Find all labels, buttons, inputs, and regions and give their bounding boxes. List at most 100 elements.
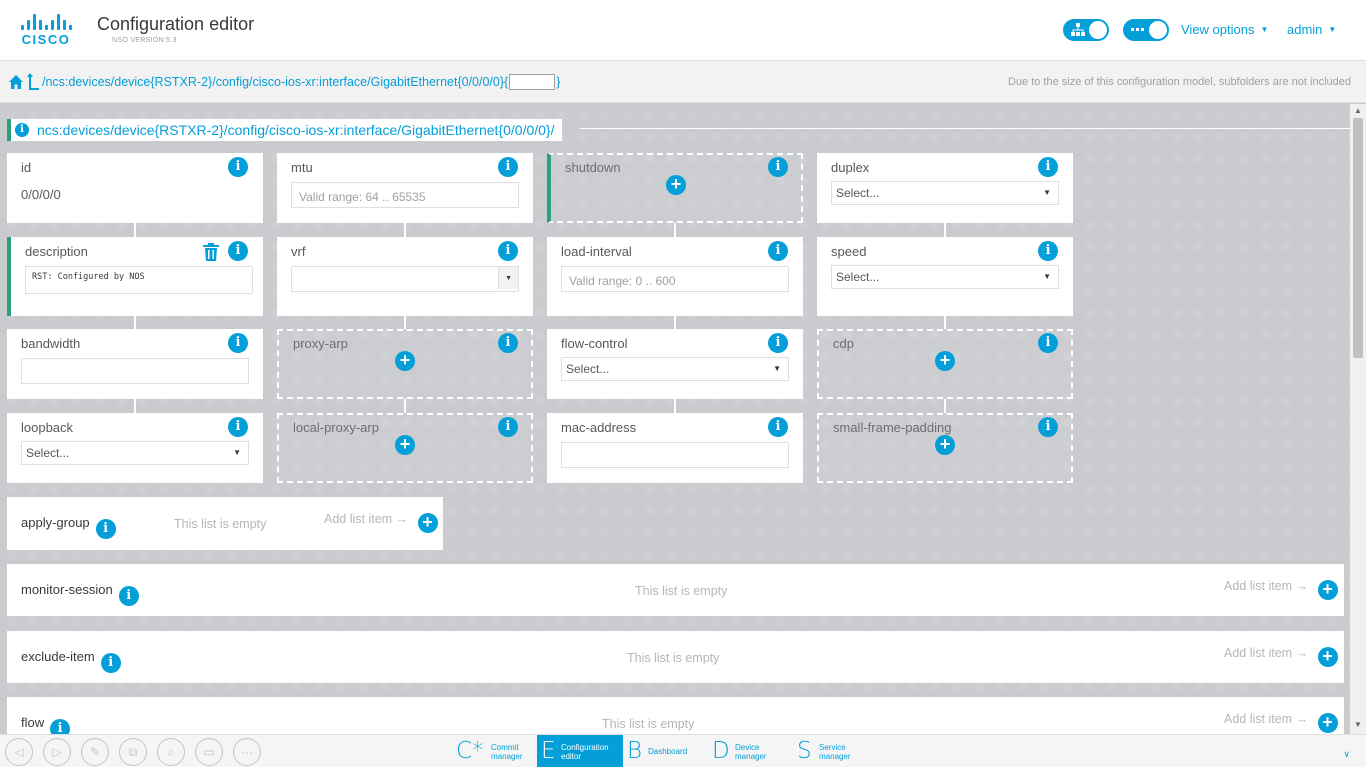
app-label-line2: manager: [819, 752, 851, 761]
description-textarea[interactable]: RST: Configured by NOS: [25, 266, 253, 294]
connector: [404, 315, 406, 329]
mtu-input[interactable]: Valid range: 64 .. 65535: [291, 182, 519, 208]
info-icon[interactable]: i: [498, 417, 518, 437]
terminal-icon[interactable]: ▭: [195, 738, 223, 766]
app-configuration-editor[interactable]: E Configuration editor: [537, 735, 623, 767]
list-exclude-item: exclude-item i This list is empty Add lis…: [7, 631, 1344, 683]
app-label-line1: Configuration: [561, 743, 609, 752]
app-device-manager[interactable]: D Device manager: [708, 735, 792, 767]
copy-icon[interactable]: ⧉: [119, 738, 147, 766]
info-icon[interactable]: i: [118, 586, 139, 606]
info-icon[interactable]: i: [228, 417, 248, 437]
load-interval-input[interactable]: Valid range: 0 .. 600: [561, 266, 789, 292]
info-icon[interactable]: i: [228, 157, 248, 177]
info-icon[interactable]: i: [768, 241, 788, 261]
add-shutdown-button[interactable]: +: [666, 175, 686, 195]
info-icon[interactable]: i: [1038, 333, 1058, 353]
add-small-frame-padding-button[interactable]: +: [935, 435, 955, 455]
vrf-select[interactable]: ▼: [291, 266, 519, 292]
add-list-item-button[interactable]: Add list item → +: [324, 512, 438, 533]
app-label: Configuration editor: [561, 743, 609, 761]
loopback-select[interactable]: Select... ▼: [21, 441, 249, 465]
edit-icon[interactable]: ✎: [81, 738, 109, 766]
speed-select[interactable]: Select... ▼: [831, 265, 1059, 289]
app-label-line1: Commit: [491, 743, 519, 752]
trash-icon[interactable]: [203, 243, 219, 261]
plus-icon[interactable]: +: [1317, 580, 1338, 600]
field-label: shutdown: [565, 160, 621, 175]
info-icon[interactable]: i: [228, 241, 248, 261]
field-label: mac-address: [561, 420, 637, 435]
bandwidth-input[interactable]: [21, 358, 249, 384]
connector: [134, 399, 136, 413]
scroll-up-icon[interactable]: ▲: [1354, 106, 1362, 115]
user-menu[interactable]: admin ▼: [1287, 22, 1336, 37]
list-name-text: monitor-session: [21, 582, 113, 597]
app-label-line2: manager: [735, 752, 767, 761]
app-dashboard[interactable]: B Dashboard: [623, 735, 707, 767]
field-local-proxy-arp: local-proxy-arp i +: [277, 413, 533, 483]
add-list-item-button[interactable]: Add list item → +: [1224, 646, 1338, 667]
info-icon[interactable]: i: [1038, 417, 1058, 437]
duplex-select[interactable]: Select... ▼: [831, 181, 1059, 205]
plus-icon[interactable]: +: [417, 513, 438, 533]
info-icon[interactable]: i: [15, 123, 29, 137]
search-icon[interactable]: ⌕: [157, 738, 185, 766]
add-list-item-button[interactable]: Add list item → +: [1224, 579, 1338, 600]
info-icon[interactable]: i: [768, 333, 788, 353]
flow-control-select[interactable]: Select... ▼: [561, 357, 789, 381]
vertical-scrollbar[interactable]: ▲ ▼: [1350, 104, 1366, 734]
more-icon[interactable]: ···: [233, 738, 261, 766]
mac-address-input[interactable]: [561, 442, 789, 468]
scrollbar-thumb[interactable]: [1353, 118, 1363, 358]
scroll-down-icon[interactable]: ▼: [1354, 720, 1362, 729]
list-apply-group: apply-group i This list is empty Add list…: [7, 497, 443, 550]
plus-icon[interactable]: +: [1317, 647, 1338, 667]
toggle-knob: [1149, 21, 1167, 39]
cisco-logo[interactable]: CISCO: [18, 14, 74, 47]
list-name: apply-group i: [21, 515, 116, 539]
field-label: small-frame-padding: [833, 420, 952, 435]
add-proxy-arp-button[interactable]: +: [395, 351, 415, 371]
info-icon[interactable]: i: [768, 417, 788, 437]
up-level-icon[interactable]: [27, 73, 39, 90]
info-icon[interactable]: i: [498, 333, 518, 353]
list-view-toggle[interactable]: [1123, 19, 1169, 41]
field-vrf: vrf i ▼: [277, 237, 533, 316]
home-icon[interactable]: [9, 75, 23, 89]
path-key-input[interactable]: [509, 74, 556, 90]
plus-icon[interactable]: +: [1317, 713, 1338, 733]
info-icon[interactable]: i: [50, 719, 71, 734]
info-icon[interactable]: i: [1038, 241, 1058, 261]
forward-icon[interactable]: ▷: [43, 738, 71, 766]
app-service-manager[interactable]: S Service manager: [793, 735, 877, 767]
field-label: mtu: [291, 160, 313, 175]
field-label: local-proxy-arp: [293, 420, 379, 435]
info-icon[interactable]: i: [498, 241, 518, 261]
info-icon[interactable]: i: [228, 333, 248, 353]
app-label: Device manager: [735, 743, 767, 761]
info-icon[interactable]: i: [768, 157, 788, 177]
breadcrumb-path[interactable]: /ncs:devices/device{RSTXR-2}/config/cisc…: [42, 75, 508, 89]
add-local-proxy-arp-button[interactable]: +: [395, 435, 415, 455]
add-list-item-button[interactable]: Add list item → +: [1224, 712, 1338, 733]
info-icon[interactable]: i: [498, 157, 518, 177]
add-cdp-button[interactable]: +: [935, 351, 955, 371]
info-icon[interactable]: i: [1038, 157, 1058, 177]
app-label-line1: Dashboard: [648, 747, 688, 756]
field-label: loopback: [21, 420, 74, 435]
config-content: i ncs:devices/device{RSTXR-2}/config/cis…: [0, 104, 1350, 734]
add-list-item-label: Add list item: [1224, 579, 1293, 593]
subfolder-note: Due to the size of this configuration mo…: [1007, 76, 1351, 88]
app-label-line1: Service: [819, 743, 846, 752]
chevron-down-icon[interactable]: ∨: [1343, 749, 1350, 760]
info-icon[interactable]: i: [95, 519, 116, 539]
app-commit-manager[interactable]: C* Commit manager: [452, 735, 536, 767]
field-label: proxy-arp: [293, 336, 348, 351]
breadcrumb[interactable]: /ncs:devices/device{RSTXR-2}/config/cisc…: [42, 74, 560, 90]
view-options-menu[interactable]: View options ▼: [1181, 22, 1268, 37]
info-icon[interactable]: i: [100, 653, 121, 673]
tree-view-toggle[interactable]: [1063, 19, 1109, 41]
field-speed: speed i Select... ▼: [817, 237, 1073, 316]
back-icon[interactable]: ◁: [5, 738, 33, 766]
